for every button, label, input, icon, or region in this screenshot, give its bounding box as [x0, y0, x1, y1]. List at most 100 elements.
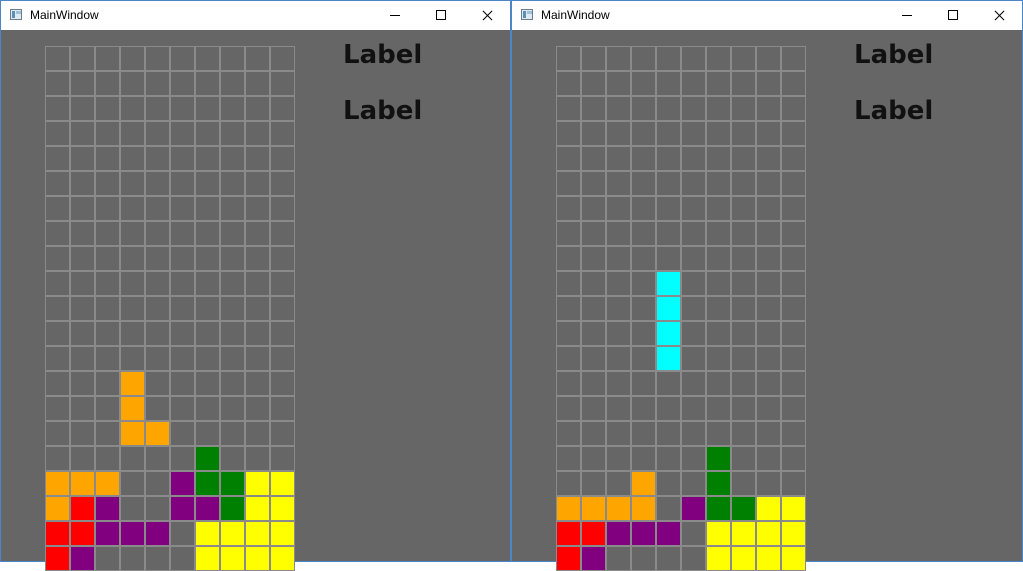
grid-cell — [70, 346, 95, 371]
grid-cell — [245, 296, 270, 321]
block-cell — [195, 521, 220, 546]
grid-cell — [145, 271, 170, 296]
block-cell — [195, 471, 220, 496]
grid-cell — [606, 171, 631, 196]
grid-cell — [631, 321, 656, 346]
grid-cell — [220, 221, 245, 246]
block-cell — [781, 496, 806, 521]
grid-cell — [731, 371, 756, 396]
grid-cell — [70, 421, 95, 446]
grid-cell — [606, 371, 631, 396]
grid-cell — [45, 196, 70, 221]
grid-cell — [120, 171, 145, 196]
grid-cell — [220, 271, 245, 296]
grid-cell — [606, 96, 631, 121]
grid-cell — [706, 321, 731, 346]
grid-cell — [706, 246, 731, 271]
grid-cell — [631, 146, 656, 171]
grid-cell — [195, 421, 220, 446]
grid-cell — [95, 146, 120, 171]
minimize-button[interactable] — [372, 1, 418, 30]
grid-cell — [606, 271, 631, 296]
grid-cell — [756, 46, 781, 71]
grid-cell — [681, 121, 706, 146]
main-window-right: MainWindow Label Label — [511, 0, 1023, 571]
minimize-button[interactable] — [884, 1, 930, 30]
main-window-left: MainWindow Label Label — [0, 0, 511, 571]
grid-cell — [45, 321, 70, 346]
grid-cell — [195, 146, 220, 171]
grid-cell — [95, 71, 120, 96]
grid-cell — [145, 396, 170, 421]
title-bar[interactable]: MainWindow — [512, 1, 1022, 30]
grid-cell — [170, 421, 195, 446]
grid-cell — [245, 196, 270, 221]
grid-cell — [606, 71, 631, 96]
grid-cell — [95, 171, 120, 196]
grid-cell — [95, 271, 120, 296]
grid-cell — [581, 421, 606, 446]
title-bar[interactable]: MainWindow — [1, 1, 510, 30]
block-cell — [270, 496, 295, 521]
grid-cell — [95, 96, 120, 121]
grid-cell — [245, 271, 270, 296]
maximize-button[interactable] — [930, 1, 976, 30]
maximize-button[interactable] — [418, 1, 464, 30]
grid-cell — [731, 146, 756, 171]
block-cell — [120, 421, 145, 446]
grid-cell — [120, 496, 145, 521]
block-cell — [195, 546, 220, 571]
grid-cell — [731, 46, 756, 71]
close-button[interactable] — [976, 1, 1022, 30]
grid-cell — [556, 246, 581, 271]
grid-cell — [656, 246, 681, 271]
grid-cell — [45, 71, 70, 96]
grid-cell — [70, 446, 95, 471]
grid-cell — [70, 146, 95, 171]
grid-cell — [631, 446, 656, 471]
block-cell — [70, 521, 95, 546]
grid-cell — [656, 446, 681, 471]
block-cell — [145, 521, 170, 546]
grid-cell — [195, 196, 220, 221]
grid-cell — [120, 71, 145, 96]
grid-cell — [270, 371, 295, 396]
block-cell — [170, 471, 195, 496]
grid-cell — [581, 396, 606, 421]
grid-cell — [606, 396, 631, 421]
grid-cell — [245, 71, 270, 96]
grid-cell — [656, 396, 681, 421]
grid-cell — [606, 546, 631, 571]
grid-cell — [756, 296, 781, 321]
grid-cell — [781, 221, 806, 246]
grid-cell — [631, 171, 656, 196]
grid-cell — [706, 46, 731, 71]
grid-cell — [781, 196, 806, 221]
grid-cell — [631, 346, 656, 371]
block-cell — [245, 471, 270, 496]
grid-cell — [270, 196, 295, 221]
grid-cell — [706, 296, 731, 321]
grid-cell — [95, 346, 120, 371]
grid-cell — [145, 96, 170, 121]
block-cell — [220, 496, 245, 521]
grid-cell — [781, 96, 806, 121]
grid-cell — [95, 446, 120, 471]
grid-cell — [170, 246, 195, 271]
grid-cell — [631, 121, 656, 146]
grid-cell — [731, 171, 756, 196]
grid-cell — [195, 346, 220, 371]
close-button[interactable] — [464, 1, 510, 30]
grid-cell — [70, 271, 95, 296]
grid-cell — [631, 246, 656, 271]
grid-cell — [631, 71, 656, 96]
grid-cell — [95, 546, 120, 571]
grid-cell — [756, 96, 781, 121]
grid-cell — [270, 246, 295, 271]
grid-cell — [45, 446, 70, 471]
grid-cell — [95, 196, 120, 221]
grid-cell — [270, 296, 295, 321]
grid-cell — [581, 346, 606, 371]
grid-cell — [170, 146, 195, 171]
grid-cell — [681, 446, 706, 471]
